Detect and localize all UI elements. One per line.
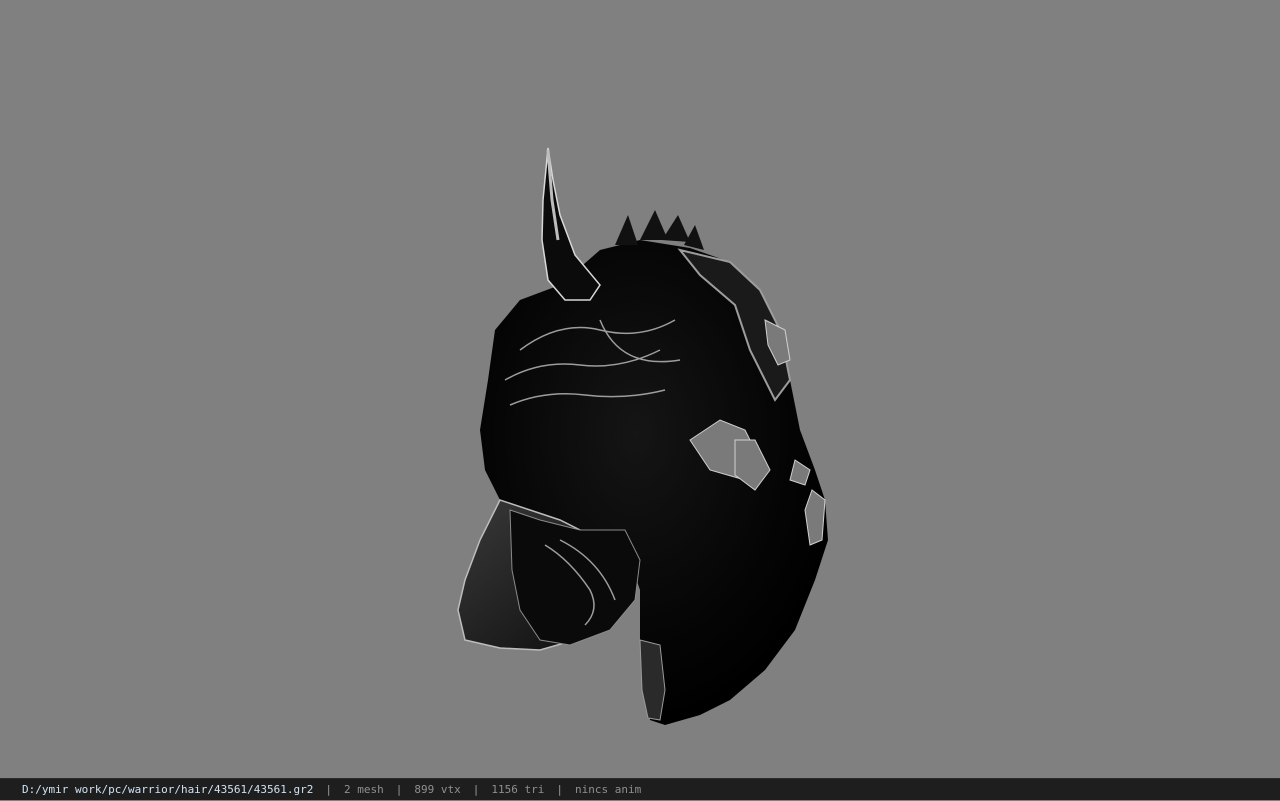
3d-viewport[interactable]: [0, 0, 1280, 778]
anim-status-label: nincs anim: [575, 783, 642, 796]
separator: |: [325, 783, 333, 796]
file-path-label: D:/ymir work/pc/warrior/hair/43561/43561…: [22, 783, 314, 796]
separator: |: [395, 783, 403, 796]
face-mask: [509, 509, 641, 646]
chin-plate: [639, 639, 666, 721]
triangle-count-label: 1156 tri: [491, 783, 545, 796]
status-bar: D:/ymir work/pc/warrior/hair/43561/43561…: [0, 778, 1280, 800]
mesh-count-label: 2 mesh: [344, 783, 384, 796]
vertex-count-label: 899 vtx: [414, 783, 461, 796]
helmet-model[interactable]: [0, 0, 1280, 778]
separator: |: [472, 783, 480, 796]
separator: |: [556, 783, 563, 796]
